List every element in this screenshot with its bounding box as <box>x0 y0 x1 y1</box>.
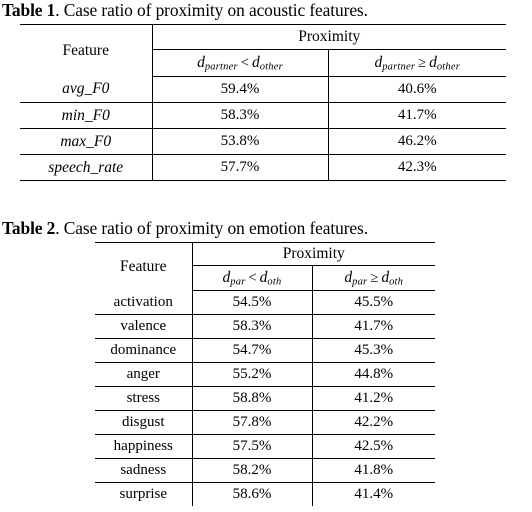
table-2-farther-5: 42.2% <box>311 410 436 435</box>
table-2-closer-7: 58.2% <box>191 458 312 483</box>
table-row: speech_rate 57.7% 42.3% <box>20 154 507 181</box>
table-2-closer-6: 57.5% <box>191 434 312 459</box>
table-1-closer-1: 58.3% <box>151 102 328 129</box>
table-1-group-header: Proximity <box>151 24 507 50</box>
table-1-farther-1: 41.7% <box>327 102 507 129</box>
table-row: valence 58.3% 41.7% <box>95 314 436 339</box>
table-2-closer-2: 54.7% <box>191 338 312 363</box>
table-2-caption: Table 2. Case ratio of proximity on emot… <box>2 218 368 238</box>
table-1-feature-1: min_F0 <box>20 102 152 129</box>
table-2-closer-5: 57.8% <box>191 410 312 435</box>
table-1-farther-0: 40.6% <box>327 76 507 103</box>
table-row: activation 54.5% 45.5% <box>95 290 436 315</box>
table-1-feature-3: speech_rate <box>20 154 152 181</box>
table-2-closer-3: 55.2% <box>191 362 312 387</box>
table-2-caption-text: . Case ratio of proximity on emotion fea… <box>55 218 368 238</box>
table-row: min_F0 58.3% 41.7% <box>20 102 507 129</box>
table-2-feature-8: surprise <box>95 482 192 506</box>
table-2-farther-7: 41.8% <box>311 458 436 483</box>
table-1-caption-text: . Case ratio of proximity on acoustic fe… <box>55 0 368 20</box>
table-2-feature-6: happiness <box>95 434 192 459</box>
table-2-closer-8: 58.6% <box>191 482 312 506</box>
page-root: Table 1. Case ratio of proximity on acou… <box>0 0 532 512</box>
table-2-feature-5: disgust <box>95 410 192 435</box>
table-1-feature-header: Feature <box>20 24 152 77</box>
table-2-farther-3: 44.8% <box>311 362 436 387</box>
table-1-feature-2: max_F0 <box>20 128 152 155</box>
table-1-closer-2: 53.8% <box>151 128 328 155</box>
table-2-feature-2: dominance <box>95 338 192 363</box>
table-1-subheader-farther: dpartner ≥ dother <box>327 49 507 77</box>
table-row: avg_F0 59.4% 40.6% <box>20 76 507 103</box>
table-2-farther-0: 45.5% <box>311 290 436 315</box>
table-2-farther-1: 41.7% <box>311 314 436 339</box>
table-2-feature-3: anger <box>95 362 192 387</box>
table-2-closer-4: 58.8% <box>191 386 312 411</box>
table-2-subheader-closer: dpar < doth <box>191 265 312 291</box>
table-row: surprise 58.6% 41.4% <box>95 482 436 506</box>
table-2-farther-8: 41.4% <box>311 482 436 506</box>
table-2-feature-1: valence <box>95 314 192 339</box>
table-2-farther-6: 42.5% <box>311 434 436 459</box>
table-1-caption-label: Table 1 <box>2 0 56 20</box>
table-row: stress 58.8% 41.2% <box>95 386 436 411</box>
table-2-closer-0: 54.5% <box>191 290 312 315</box>
table-2-closer-1: 58.3% <box>191 314 312 339</box>
table-2-feature-7: sadness <box>95 458 192 483</box>
table-1-closer-0: 59.4% <box>151 76 328 103</box>
table-2-subheader-farther: dpar ≥ doth <box>311 265 436 291</box>
table-2-farther-4: 41.2% <box>311 386 436 411</box>
table-2-emotion-features: Feature Proximity dpar < doth dpar ≥ doth <box>95 242 436 506</box>
table-2-farther-2: 45.3% <box>311 338 436 363</box>
table-1-caption: Table 1. Case ratio of proximity on acou… <box>2 0 368 20</box>
table-row: happiness 57.5% 42.5% <box>95 434 436 459</box>
table-1-farther-3: 42.3% <box>327 154 507 181</box>
table-row: anger 55.2% 44.8% <box>95 362 436 387</box>
table-row: dominance 54.7% 45.3% <box>95 338 436 363</box>
table-2-caption-label: Table 2 <box>2 218 56 238</box>
table-row: disgust 57.8% 42.2% <box>95 410 436 435</box>
table-1-acoustic-features: Feature Proximity dpartner < dother dpartn… <box>20 24 507 181</box>
table-row: sadness 58.2% 41.8% <box>95 458 436 483</box>
table-2-group-header: Proximity <box>191 242 436 266</box>
table-1-farther-2: 46.2% <box>327 128 507 155</box>
table-1-header-row-1: Feature Proximity <box>20 24 507 77</box>
table-2-feature-header: Feature <box>95 242 192 291</box>
table-2-feature-4: stress <box>95 386 192 411</box>
table-1-subheader-closer: dpartner < dother <box>151 49 328 77</box>
table-1-closer-3: 57.7% <box>151 154 328 181</box>
table-1-feature-0: avg_F0 <box>20 76 152 103</box>
table-2-header-row-1: Feature Proximity <box>95 242 436 291</box>
table-2-feature-0: activation <box>95 290 192 315</box>
table-row: max_F0 53.8% 46.2% <box>20 128 507 155</box>
